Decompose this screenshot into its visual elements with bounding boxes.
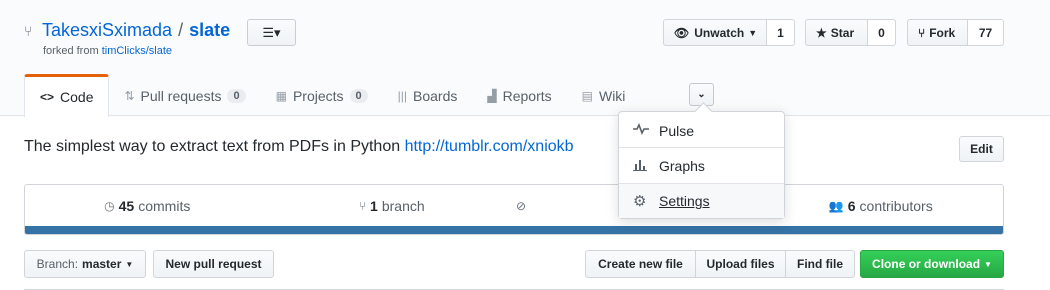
boards-icon: ||| [397,88,408,103]
star-count[interactable]: 0 [868,19,896,46]
repo-forked-icon: ⑂ [24,22,33,39]
repo-list-menu-button[interactable]: ☰▾ [247,19,296,46]
repo-description-text: The simplest way to extract text from PD… [24,138,405,155]
tab-code[interactable]: <> Code [24,74,110,117]
project-icon: ▦ [275,88,287,103]
edit-description-button[interactable]: Edit [959,136,1004,162]
tab-pull-requests-label: Pull requests [140,87,222,104]
graph-icon [633,158,651,174]
forked-from-note: forked from timClicks/slate [43,45,172,57]
find-file-button[interactable]: Find file [786,250,855,278]
fork-label: Fork [929,25,956,40]
repo-owner-link[interactable]: TakesxiSximada [42,20,172,41]
eye-icon: 👁 [674,25,690,40]
dropdown-item-graphs[interactable]: Graphs [619,148,784,183]
dropdown-graphs-label: Graphs [659,157,705,174]
branch-label: branch [381,197,425,214]
dropdown-pulse-label: Pulse [659,122,695,139]
tab-boards-label: Boards [413,87,458,104]
projects-count-badge: 0 [349,88,368,103]
star-label: Star [830,25,855,40]
tab-boards[interactable]: ||| Boards [383,74,473,117]
book-icon: ▤ [581,88,593,103]
repo-homepage-link[interactable]: http://tumblr.com/xniokb [405,138,574,155]
forked-from-label: forked from [43,45,99,57]
new-pull-request-button[interactable]: New pull request [153,250,274,278]
branches-link[interactable]: ⑂ 1 branch [270,185,515,226]
fork-group: ⑂ Fork 77 [907,19,1004,46]
dropdown-item-settings[interactable]: ⚙ Settings [619,183,784,218]
upload-files-button[interactable]: Upload files [696,250,786,278]
create-new-file-button[interactable]: Create new file [585,250,696,278]
repo-name-link[interactable]: slate [189,20,230,41]
branch-count: 1 [370,197,378,214]
star-icon: ★ [816,25,827,40]
star-group: ★ Star 0 [805,19,896,46]
tab-reports[interactable]: ▟ Reports [472,74,566,117]
clone-or-download-button[interactable]: Clone or download ▼ [860,250,1004,278]
commits-label: commits [138,197,191,214]
forked-from-link[interactable]: timClicks/slate [102,45,172,57]
tab-projects-label: Projects [292,87,344,104]
code-icon: <> [40,90,55,104]
star-button[interactable]: ★ Star [805,19,868,46]
branch-icon: ⑂ [358,198,367,213]
tab-projects[interactable]: ▦ Projects 0 [261,74,383,117]
watch-count[interactable]: 1 [767,19,795,46]
contributors-count: 6 [847,197,856,214]
contributors-label: contributors [859,197,933,214]
list-menu-icon: ☰▾ [262,24,281,40]
branch-prefix: Branch: [36,257,79,271]
tab-pull-requests[interactable]: ⇅ Pull requests 0 [109,74,260,117]
unwatch-label: Unwatch [694,25,745,40]
reports-icon: ▟ [487,88,497,103]
branch-name: master [82,257,122,271]
watch-group: 👁 Unwatch ▼ 1 [663,19,795,46]
caret-down-icon: ▼ [125,259,134,269]
people-icon: 👥 [828,198,844,213]
language-bar[interactable] [25,226,1003,234]
repo-path-separator: / [178,20,184,40]
fork-count[interactable]: 77 [968,19,1004,46]
chevron-down-icon: ⌄ [697,89,706,100]
dropdown-settings-label: Settings [659,193,710,209]
branch-select-button[interactable]: Branch: master ▼ [24,250,146,278]
tag-icon: ⊘ [516,198,527,213]
tab-reports-label: Reports [502,87,552,104]
file-actions-group: Create new file Upload files Find file [585,250,855,278]
unwatch-button[interactable]: 👁 Unwatch ▼ [663,19,767,46]
commits-link[interactable]: ◷ 45 commits [25,185,270,226]
history-icon: ◷ [104,198,115,213]
tab-code-label: Code [60,89,94,105]
repo-title: ⑂ TakesxiSximada / slate [24,20,230,41]
pull-requests-count-badge: 0 [227,88,246,103]
fork-icon: ⑂ [918,25,926,40]
tab-wiki-label: Wiki [598,87,626,104]
contributors-link[interactable]: 👥 6 contributors [759,185,1004,226]
clone-label: Clone or download [872,257,981,271]
gear-icon: ⚙ [633,193,647,210]
pulse-icon [633,123,651,138]
more-tabs-dropdown: Pulse Graphs ⚙ Settings [618,111,785,219]
dropdown-item-pulse[interactable]: Pulse [619,113,784,148]
repo-description: The simplest way to extract text from PD… [24,138,574,156]
commits-count: 45 [118,197,135,214]
pull-request-icon: ⇅ [124,88,135,103]
repo-nav-tabs: <> Code ⇅ Pull requests 0 ▦ Projects 0 |… [24,74,640,117]
caret-down-icon: ▼ [984,259,992,269]
caret-down-icon: ▼ [748,27,758,38]
repo-summary: ◷ 45 commits ⑂ 1 branch ⊘ 👥 6 contributo… [24,184,1004,235]
repo-header: ⑂ TakesxiSximada / slate forked from tim… [0,0,1050,117]
fork-button[interactable]: ⑂ Fork [907,19,968,46]
